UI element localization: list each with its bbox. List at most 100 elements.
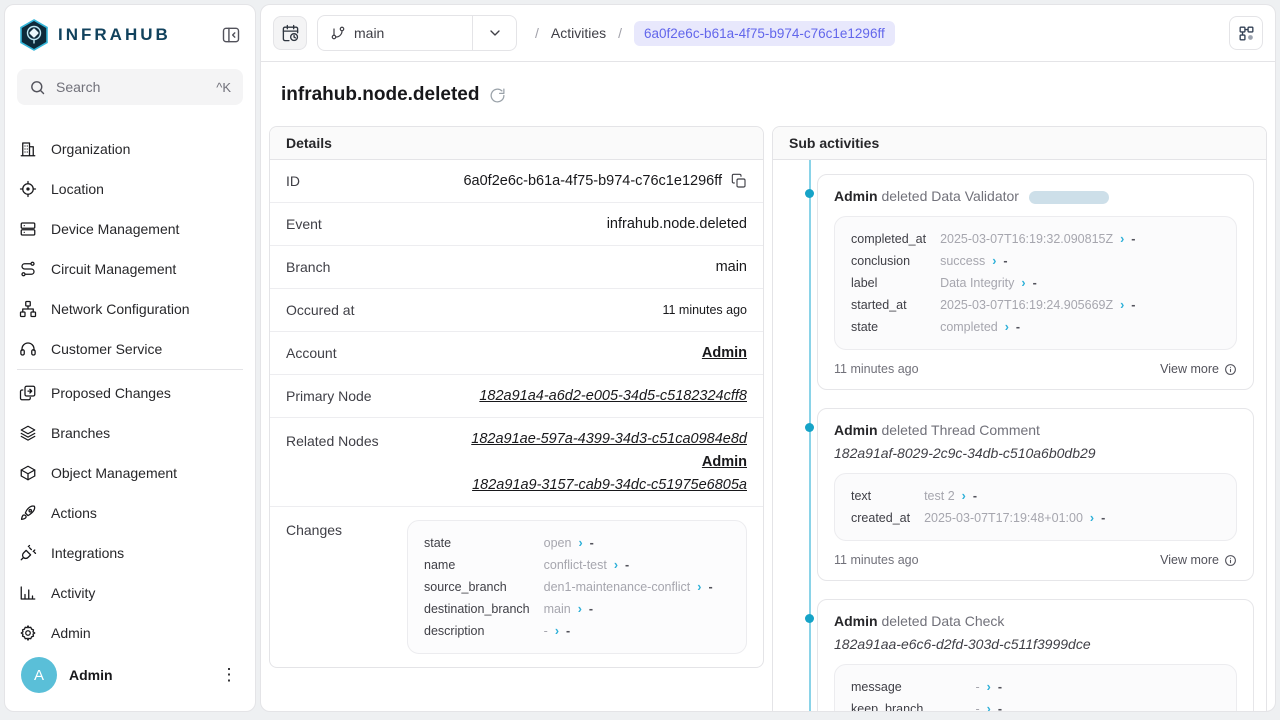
- change-entry: name conflict-test›-: [424, 554, 713, 576]
- sidebar-item-device-management[interactable]: Device Management: [5, 209, 255, 249]
- detail-row-primary-node: Primary Node 182a91a4-a6d2-e005-34d5-c51…: [270, 375, 763, 418]
- diff-arrow-icon: ›: [1120, 232, 1124, 246]
- sidebar-item-network-configuration[interactable]: Network Configuration: [5, 289, 255, 329]
- copy-icon[interactable]: [731, 173, 747, 189]
- search-shortcut: ^K: [216, 80, 231, 95]
- primary-node-link[interactable]: 182a91a4-a6d2-e005-34d5-c5182324cff8: [479, 388, 747, 404]
- diff-arrow-icon: ›: [578, 602, 582, 616]
- info-icon: [1224, 554, 1237, 567]
- git-branch-icon: [330, 25, 346, 41]
- change-entry: state open›-: [424, 532, 713, 554]
- kebab-menu-icon[interactable]: ⋮: [219, 665, 239, 685]
- sidebar-item-admin[interactable]: Admin: [5, 613, 255, 653]
- info-icon: [1224, 363, 1237, 376]
- diff-arrow-icon: ›: [987, 680, 991, 694]
- details-header: Details: [270, 127, 763, 160]
- sidebar-item-customer-service[interactable]: Customer Service: [5, 329, 255, 366]
- bar-chart-icon: [19, 584, 37, 602]
- sidebar-item-location[interactable]: Location: [5, 169, 255, 209]
- schema-visualizer-button[interactable]: [1229, 16, 1263, 50]
- activity-id-value: 6a0f2e6c-b61a-4f75-b974-c76c1e1296ff: [463, 173, 722, 189]
- details-panel: Details ID 6a0f2e6c-b61a-4f75-b974-c76c1…: [269, 126, 764, 668]
- network-icon: [19, 300, 37, 318]
- sidebar-item-label: Activity: [51, 585, 95, 601]
- sidebar-item-proposed-changes[interactable]: Proposed Changes: [5, 373, 255, 413]
- rocket-icon: [19, 504, 37, 522]
- sidebar-item-label: Device Management: [51, 221, 179, 237]
- calendar-clock-icon: [281, 24, 300, 43]
- sidebar-item-label: Location: [51, 181, 104, 197]
- diff-arrow-icon: ›: [578, 536, 582, 550]
- time-travel-button[interactable]: [273, 16, 307, 50]
- sidebar-item-label: Customer Service: [51, 341, 162, 357]
- node-id: 182a91aa-e6c6-d2fd-303d-c511f3999dce: [834, 636, 1237, 652]
- refresh-icon[interactable]: [489, 87, 506, 104]
- diff-arrow-icon: ›: [614, 558, 618, 572]
- plug-icon: [19, 544, 37, 562]
- sidebar-item-object-management[interactable]: Object Management: [5, 453, 255, 493]
- brand: INFRAHUB: [5, 5, 255, 61]
- account-link[interactable]: Admin: [702, 345, 747, 361]
- sidebar-item-organization[interactable]: Organization: [5, 129, 255, 169]
- change-entry: description -›-: [424, 620, 713, 642]
- location-icon: [19, 180, 37, 198]
- infrahub-logo-icon: [19, 19, 49, 51]
- sidebar-item-branches[interactable]: Branches: [5, 413, 255, 453]
- diff-arrow-icon: ›: [1021, 276, 1025, 290]
- attributes-box: texttest 2›- created_at2025-03-07T17:19:…: [834, 473, 1237, 541]
- sidebar-item-label: Object Management: [51, 465, 177, 481]
- diff-arrow-icon: ›: [987, 702, 991, 712]
- sidebar-item-label: Network Configuration: [51, 301, 190, 317]
- cube-icon: [19, 464, 37, 482]
- user-name: Admin: [69, 667, 207, 683]
- organization-icon: [19, 140, 37, 158]
- gear-icon: [19, 624, 37, 642]
- skeleton-pill: [1029, 191, 1109, 204]
- user-menu[interactable]: A Admin ⋮: [5, 649, 255, 701]
- brand-name: INFRAHUB: [58, 25, 219, 45]
- actor-name: Admin: [834, 422, 878, 438]
- sidebar-item-label: Actions: [51, 505, 97, 521]
- sidebar-item-label: Proposed Changes: [51, 385, 171, 401]
- timeline-dot: [805, 614, 814, 623]
- avatar: A: [21, 657, 57, 693]
- detail-row-occured-at: Occured at 11 minutes ago: [270, 289, 763, 332]
- timeline-line: [809, 160, 811, 712]
- search-input[interactable]: Search ^K: [17, 69, 243, 105]
- related-node-link[interactable]: 182a91ae-597a-4399-34d3-c51ca0984e8d: [471, 431, 747, 447]
- sidebar-collapse-icon[interactable]: [219, 23, 243, 47]
- chevron-down-icon: [487, 25, 503, 41]
- sidebar-item-activity[interactable]: Activity: [5, 573, 255, 613]
- detail-row-account: Account Admin: [270, 332, 763, 375]
- headset-icon: [19, 340, 37, 358]
- sidebar-item-integrations[interactable]: Integrations: [5, 533, 255, 573]
- sub-activities-panel: Sub activities Admin deleted Data Valida…: [772, 126, 1267, 712]
- sidebar-item-actions[interactable]: Actions: [5, 493, 255, 533]
- top-bar: main / Activities / 6a0f2e6c-b61a-4f75-b…: [261, 5, 1275, 62]
- detail-row-id: ID 6a0f2e6c-b61a-4f75-b974-c76c1e1296ff: [270, 160, 763, 203]
- sidebar-item-label: Admin: [51, 625, 91, 641]
- sub-activity-card: Admin deleted Data Check 182a91aa-e6c6-d…: [817, 599, 1254, 712]
- sidebar-nav: Organization Location Device Management …: [5, 105, 255, 653]
- breadcrumb-activities[interactable]: Activities: [551, 25, 606, 41]
- view-more-button[interactable]: View more: [1160, 362, 1237, 376]
- branch-name: main: [354, 25, 384, 41]
- related-node-link[interactable]: 182a91a9-3157-cab9-34dc-c51975e6805a: [472, 477, 747, 493]
- attributes-box: message-›- keep_branch-›- enriched_confl…: [834, 664, 1237, 712]
- view-more-button[interactable]: View more: [1160, 553, 1237, 567]
- detail-row-changes: Changes state open›- name conflict-test›…: [270, 507, 763, 667]
- branch-selector[interactable]: main: [317, 15, 517, 51]
- sidebar-item-circuit-management[interactable]: Circuit Management: [5, 249, 255, 289]
- sidebar: INFRAHUB Search ^K Organization Location: [4, 4, 256, 712]
- breadcrumb-activity-id[interactable]: 6a0f2e6c-b61a-4f75-b974-c76c1e1296ff: [634, 21, 895, 46]
- diff-arrow-icon: ›: [962, 489, 966, 503]
- breadcrumb-separator: /: [618, 25, 622, 41]
- detail-row-branch: Branch main: [270, 246, 763, 289]
- sub-activities-header: Sub activities: [773, 127, 1266, 160]
- diff-arrow-icon: ›: [1090, 511, 1094, 525]
- timestamp: 11 minutes ago: [834, 362, 919, 376]
- related-node-link[interactable]: Admin: [702, 454, 747, 470]
- timestamp: 11 minutes ago: [834, 553, 919, 567]
- actor-name: Admin: [834, 188, 878, 204]
- breadcrumb: / Activities / 6a0f2e6c-b61a-4f75-b974-c…: [535, 21, 895, 46]
